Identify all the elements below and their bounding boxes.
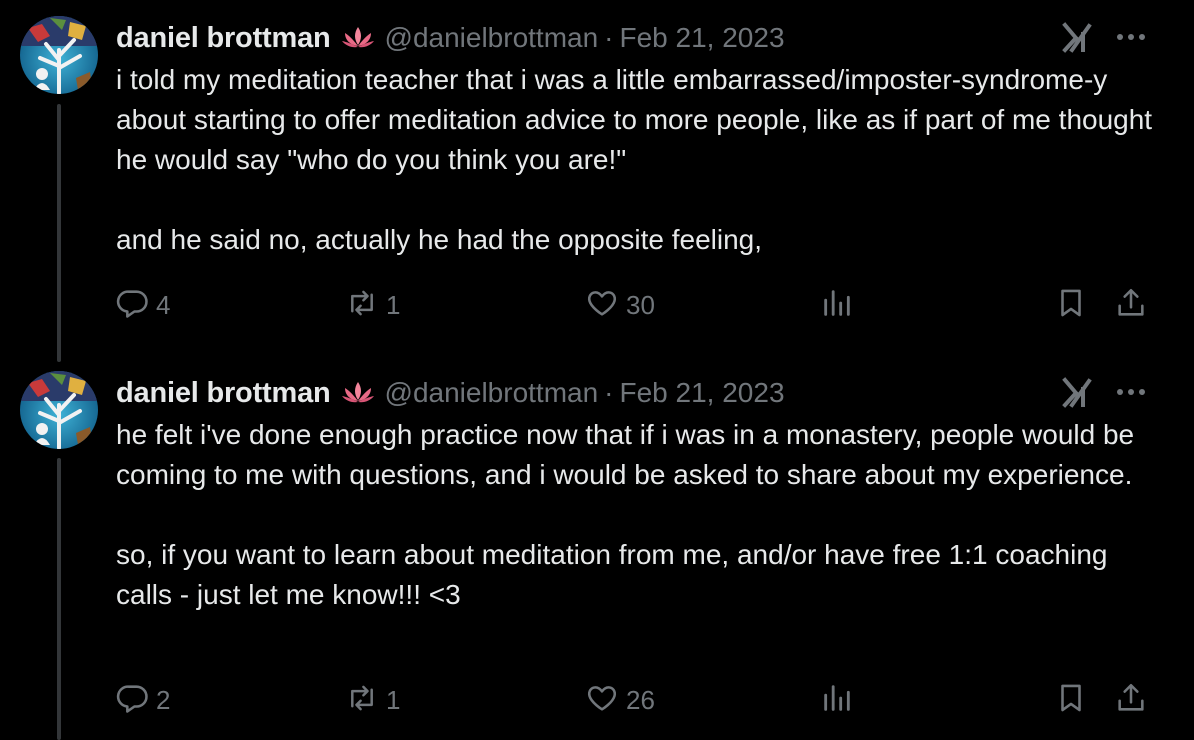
tweet-paragraph: and he said no, actually he had the oppo… [116, 224, 763, 255]
more-icon[interactable] [1114, 22, 1148, 52]
tweet-paragraph: so, if you want to learn about meditatio… [116, 539, 1108, 610]
grok-icon[interactable] [1060, 20, 1094, 54]
views-button[interactable] [820, 283, 854, 327]
bookmark-button[interactable] [1054, 283, 1088, 327]
separator-dot: · [604, 377, 614, 408]
views-icon [820, 286, 854, 325]
views-icon [820, 681, 854, 720]
lotus-emoji-icon [341, 25, 375, 51]
tweet[interactable]: daniel brottman @danielbrottman · Feb 21… [0, 355, 1194, 740]
tweet-header: daniel brottman @danielbrottman · Feb 21… [116, 18, 785, 58]
reply-icon [116, 681, 150, 720]
avatar[interactable] [20, 371, 98, 449]
lotus-emoji-icon [341, 380, 375, 406]
bookmark-button[interactable] [1054, 678, 1088, 722]
tweet[interactable]: daniel brottman @danielbrottman · Feb 21… [0, 0, 1194, 355]
views-button[interactable] [820, 678, 854, 722]
share-button[interactable] [1114, 283, 1148, 327]
author-handle[interactable]: @danielbrottman [385, 377, 599, 409]
share-icon [1114, 681, 1148, 720]
like-count: 30 [626, 289, 655, 320]
separator-dot: · [604, 22, 614, 53]
repost-count: 1 [386, 289, 401, 320]
reply-count: 4 [156, 289, 171, 320]
like-button[interactable]: 30 [584, 283, 655, 327]
more-icon[interactable] [1114, 377, 1148, 407]
author-handle[interactable]: @danielbrottman [385, 22, 599, 54]
reply-count: 2 [156, 684, 171, 715]
reply-button[interactable]: 4 [116, 283, 170, 327]
tweet-date[interactable]: Feb 21, 2023 [620, 22, 785, 54]
like-button[interactable]: 26 [584, 678, 655, 722]
author-name[interactable]: daniel brottman [116, 377, 331, 410]
like-count: 26 [626, 684, 655, 715]
share-icon [1114, 286, 1148, 325]
reply-icon [116, 286, 150, 325]
tweet-actions: 4 1 30 [0, 283, 1194, 327]
tweet-text: i told my meditation teacher that i was … [116, 60, 1156, 260]
tweet-date[interactable]: Feb 21, 2023 [620, 377, 785, 409]
bookmark-icon [1054, 681, 1088, 720]
bookmark-icon [1054, 286, 1088, 325]
tweet-paragraph: he felt i've done enough practice now th… [116, 419, 1135, 490]
share-button[interactable] [1114, 678, 1148, 722]
repost-button[interactable]: 1 [344, 678, 400, 722]
repost-icon [344, 681, 380, 720]
avatar[interactable] [20, 16, 98, 94]
tweet-text: he felt i've done enough practice now th… [116, 415, 1156, 615]
grok-icon[interactable] [1060, 375, 1094, 409]
repost-button[interactable]: 1 [344, 283, 400, 327]
repost-count: 1 [386, 684, 401, 715]
reply-button[interactable]: 2 [116, 678, 170, 722]
heart-icon [584, 286, 620, 325]
author-name[interactable]: daniel brottman [116, 22, 331, 55]
tweet-header: daniel brottman @danielbrottman · Feb 21… [116, 373, 785, 413]
tweet-actions: 2 1 26 [0, 678, 1194, 722]
tweet-paragraph: i told my meditation teacher that i was … [116, 64, 1153, 175]
repost-icon [344, 286, 380, 325]
heart-icon [584, 681, 620, 720]
